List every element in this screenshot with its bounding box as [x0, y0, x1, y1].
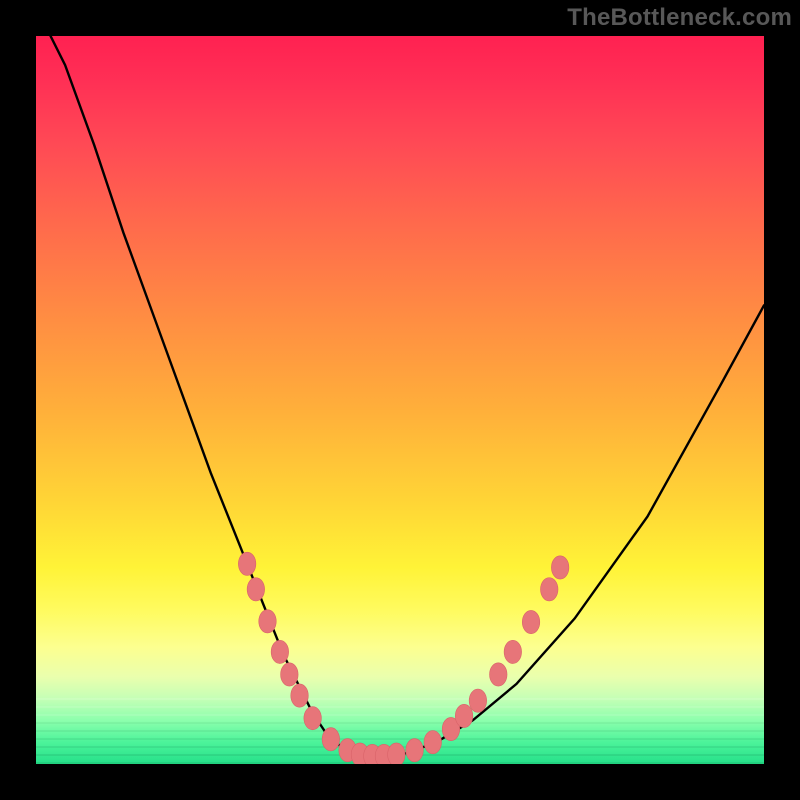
curve-marker: [541, 578, 558, 601]
curve-marker: [504, 640, 521, 663]
chart-frame: TheBottleneck.com: [0, 0, 800, 800]
watermark-text: TheBottleneck.com: [567, 4, 792, 32]
curve-marker: [247, 578, 264, 601]
curve-markers: [238, 552, 569, 764]
curve-marker: [551, 556, 568, 579]
curve-marker: [304, 706, 321, 729]
chart-svg: [36, 36, 764, 764]
curve-marker: [388, 743, 405, 764]
curve-marker: [322, 728, 339, 751]
curve-marker: [291, 684, 308, 707]
curve-marker: [406, 739, 423, 762]
curve-marker: [455, 704, 472, 727]
bottleneck-curve: [36, 36, 764, 756]
curve-marker: [238, 552, 255, 575]
curve-marker: [469, 689, 486, 712]
curve-marker: [490, 663, 507, 686]
curve-marker: [259, 610, 276, 633]
curve-marker: [271, 640, 288, 663]
curve-marker: [424, 731, 441, 754]
plot-area: [36, 36, 764, 764]
curve-marker: [522, 610, 539, 633]
curve-marker: [281, 663, 298, 686]
